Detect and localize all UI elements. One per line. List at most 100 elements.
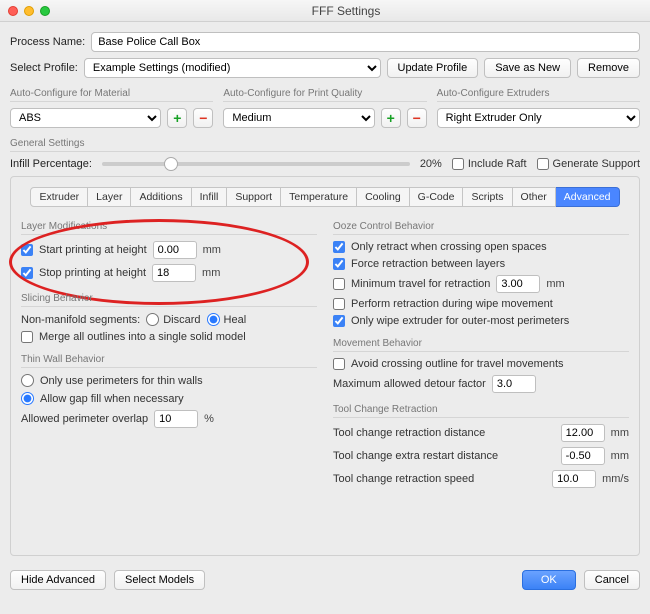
- stop-height-label: Stop printing at height: [39, 267, 146, 279]
- tc-extra-input[interactable]: [561, 447, 605, 465]
- material-add-button[interactable]: +: [167, 108, 187, 128]
- tab-scripts[interactable]: Scripts: [463, 187, 512, 207]
- process-name-label: Process Name:: [10, 36, 85, 48]
- only-wipe-checkbox[interactable]: [333, 315, 345, 327]
- include-raft-checkbox[interactable]: [452, 158, 464, 170]
- overlap-label: Allowed perimeter overlap: [21, 413, 148, 425]
- tab-infill[interactable]: Infill: [192, 187, 228, 207]
- window-title: FFF Settings: [50, 4, 642, 18]
- unit-mm: mm: [202, 267, 220, 279]
- thin-wall-group: Thin Wall Behavior Only use perimeters f…: [21, 348, 317, 433]
- merge-outlines-checkbox[interactable]: [21, 331, 33, 343]
- tab-other[interactable]: Other: [513, 187, 556, 207]
- remove-button[interactable]: Remove: [577, 58, 640, 78]
- start-height-input[interactable]: [153, 241, 197, 259]
- select-profile-dropdown[interactable]: Example Settings (modified): [84, 58, 381, 78]
- save-as-new-button[interactable]: Save as New: [484, 58, 571, 78]
- ooze-title: Ooze Control Behavior: [333, 221, 629, 235]
- start-height-checkbox[interactable]: [21, 244, 33, 256]
- tc-dist-input[interactable]: [561, 424, 605, 442]
- material-remove-button[interactable]: −: [193, 108, 213, 128]
- process-name-input[interactable]: [91, 32, 640, 52]
- hide-advanced-button[interactable]: Hide Advanced: [10, 570, 106, 590]
- unit-mm: mm: [203, 244, 221, 256]
- update-profile-button[interactable]: Update Profile: [387, 58, 479, 78]
- slicing-behavior-group: Slicing Behavior Non-manifold segments: …: [21, 287, 317, 348]
- nonmanifold-label: Non-manifold segments:: [21, 314, 140, 326]
- only-retract-checkbox[interactable]: [333, 241, 345, 253]
- minimize-icon[interactable]: [24, 6, 34, 16]
- avoid-crossing-checkbox[interactable]: [333, 358, 345, 370]
- min-travel-label: Minimum travel for retraction: [351, 278, 490, 290]
- thin-wall-title: Thin Wall Behavior: [21, 354, 317, 368]
- tab-additions[interactable]: Additions: [131, 187, 191, 207]
- tabs-bar: Extruder Layer Additions Infill Support …: [21, 187, 629, 207]
- cancel-button[interactable]: Cancel: [584, 570, 640, 590]
- layer-modifications-group: Layer Modifications Start printing at he…: [21, 215, 317, 287]
- min-travel-checkbox[interactable]: [333, 278, 345, 290]
- include-raft-label: Include Raft: [468, 158, 527, 170]
- tab-support[interactable]: Support: [227, 187, 281, 207]
- tc-extra-label: Tool change extra restart distance: [333, 450, 555, 462]
- tab-extruder[interactable]: Extruder: [30, 187, 88, 207]
- titlebar: FFF Settings: [0, 0, 650, 22]
- heal-radio[interactable]: [207, 313, 220, 326]
- quality-remove-button[interactable]: −: [407, 108, 427, 128]
- unit-mm: mm: [546, 278, 564, 290]
- extruders-dropdown[interactable]: Right Extruder Only: [437, 108, 640, 128]
- stop-height-input[interactable]: [152, 264, 196, 282]
- plus-icon: +: [173, 111, 181, 125]
- infill-slider[interactable]: [102, 162, 410, 166]
- tab-advanced[interactable]: Advanced: [556, 187, 620, 207]
- infill-value: 20%: [420, 158, 442, 170]
- overlap-input[interactable]: [154, 410, 198, 428]
- only-perimeters-radio[interactable]: [21, 374, 34, 387]
- tab-layer[interactable]: Layer: [88, 187, 131, 207]
- plus-icon: +: [387, 111, 395, 125]
- material-dropdown[interactable]: ABS: [10, 108, 161, 128]
- ooze-control-group: Ooze Control Behavior Only retract when …: [333, 215, 629, 332]
- minus-icon: −: [199, 111, 207, 125]
- layer-mod-title: Layer Modifications: [21, 221, 317, 235]
- perform-retract-label: Perform retraction during wipe movement: [351, 298, 553, 310]
- movement-behavior-group: Movement Behavior Avoid crossing outline…: [333, 332, 629, 398]
- tc-speed-input[interactable]: [552, 470, 596, 488]
- close-icon[interactable]: [8, 6, 18, 16]
- slider-thumb[interactable]: [164, 157, 178, 171]
- only-perimeters-label: Only use perimeters for thin walls: [40, 375, 203, 387]
- infill-label: Infill Percentage:: [10, 158, 92, 170]
- select-profile-label: Select Profile:: [10, 62, 78, 74]
- only-retract-label: Only retract when crossing open spaces: [351, 241, 547, 253]
- avoid-crossing-label: Avoid crossing outline for travel moveme…: [351, 358, 564, 370]
- stop-height-checkbox[interactable]: [21, 267, 33, 279]
- max-detour-input[interactable]: [492, 375, 536, 393]
- merge-outlines-label: Merge all outlines into a single solid m…: [39, 331, 246, 343]
- select-models-button[interactable]: Select Models: [114, 570, 205, 590]
- unit-mm: mm: [611, 427, 629, 439]
- perform-retract-checkbox[interactable]: [333, 298, 345, 310]
- auto-quality-title: Auto-Configure for Print Quality: [223, 88, 426, 102]
- tc-speed-label: Tool change retraction speed: [333, 473, 546, 485]
- tab-cooling[interactable]: Cooling: [357, 187, 410, 207]
- unit-mm: mm: [611, 450, 629, 462]
- generate-support-checkbox[interactable]: [537, 158, 549, 170]
- start-height-label: Start printing at height: [39, 244, 147, 256]
- min-travel-input[interactable]: [496, 275, 540, 293]
- discard-radio[interactable]: [146, 313, 159, 326]
- quality-add-button[interactable]: +: [381, 108, 401, 128]
- ok-button[interactable]: OK: [522, 570, 576, 590]
- tab-temperature[interactable]: Temperature: [281, 187, 357, 207]
- tool-title: Tool Change Retraction: [333, 404, 629, 418]
- auto-extruders-title: Auto-Configure Extruders: [437, 88, 640, 102]
- tab-gcode[interactable]: G-Code: [410, 187, 464, 207]
- quality-dropdown[interactable]: Medium: [223, 108, 374, 128]
- zoom-icon[interactable]: [40, 6, 50, 16]
- force-retract-checkbox[interactable]: [333, 258, 345, 270]
- tc-dist-label: Tool change retraction distance: [333, 427, 555, 439]
- max-detour-label: Maximum allowed detour factor: [333, 378, 486, 390]
- allow-gap-radio[interactable]: [21, 392, 34, 405]
- window-controls: [8, 6, 50, 16]
- force-retract-label: Force retraction between layers: [351, 258, 505, 270]
- allow-gap-label: Allow gap fill when necessary: [40, 393, 184, 405]
- general-settings-title: General Settings: [10, 138, 640, 152]
